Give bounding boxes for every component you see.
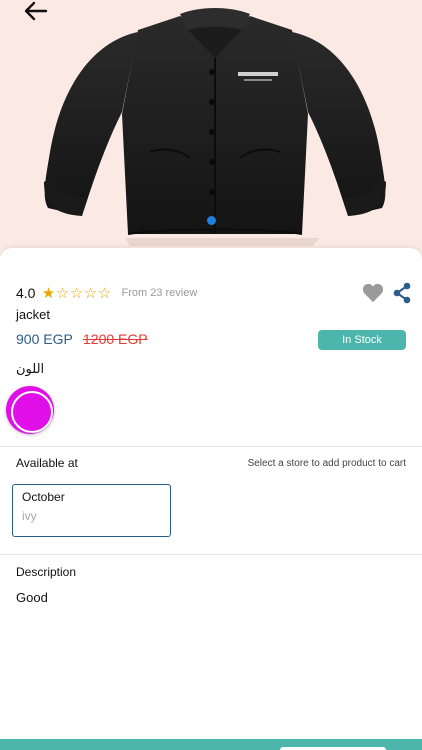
product-image-gallery[interactable] [0, 0, 422, 262]
jacket-image [44, 8, 386, 246]
color-label: اللون [16, 362, 45, 377]
rating-row: 4.0 ★ ☆ ☆ ☆ ☆ From 23 review [16, 284, 197, 302]
rating-value: 4.0 [16, 285, 36, 301]
review-count[interactable]: From 23 review [121, 287, 197, 299]
star-empty-icon: ☆ [69, 284, 84, 302]
description-label: Description [16, 565, 77, 579]
divider [0, 554, 422, 555]
star-empty-icon: ☆ [55, 284, 70, 302]
available-at-label: Available at [16, 456, 78, 470]
share-icon[interactable] [392, 282, 412, 304]
store-subtitle: ivy [22, 509, 37, 523]
star-empty-icon: ☆ [83, 284, 98, 302]
color-swatch[interactable] [6, 386, 54, 434]
star-filled-icon: ★ [41, 284, 56, 302]
heart-icon[interactable] [362, 283, 384, 303]
store-name: October [22, 490, 65, 504]
store-option-october[interactable]: October ivy [12, 484, 171, 537]
star-empty-icon: ☆ [97, 284, 112, 302]
select-store-hint: Select a store to add product to cart [247, 458, 406, 469]
divider [0, 446, 422, 447]
stock-status-badge: In Stock [318, 330, 406, 350]
product-price: 900 EGP [16, 331, 73, 347]
back-arrow-icon[interactable] [20, 0, 50, 24]
rating-stars: ★ ☆ ☆ ☆ ☆ [41, 286, 111, 301]
product-old-price: 1200 EGP [83, 331, 148, 347]
gallery-page-indicator[interactable] [207, 216, 216, 225]
product-name: jacket [16, 307, 50, 322]
description-text: Good [16, 590, 48, 605]
